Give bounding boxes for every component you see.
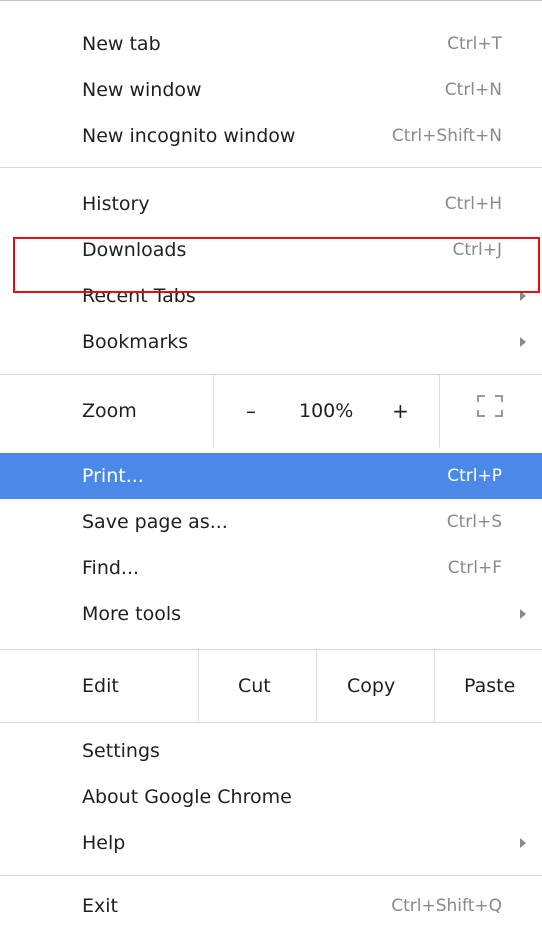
zoom-level-value: 100% [299, 400, 354, 422]
zoom-divider [213, 375, 214, 447]
menu-item-label: History [82, 193, 150, 215]
zoom-divider [439, 375, 440, 447]
menu-item-find[interactable]: Find... Ctrl+F [0, 545, 542, 591]
menu-item-shortcut: Ctrl+T [447, 34, 502, 54]
menu-item-label: Settings [82, 740, 160, 762]
edit-row: Edit Cut Copy Paste [0, 650, 542, 722]
menu-item-exit[interactable]: Exit Ctrl+Shift+Q [0, 883, 542, 929]
copy-button[interactable]: Copy [347, 675, 395, 697]
menu-separator [0, 722, 542, 723]
edit-label: Edit [82, 675, 119, 697]
menu-item-shortcut: Ctrl+S [446, 512, 502, 532]
menu-item-label: More tools [82, 603, 182, 625]
menu-separator [0, 875, 542, 876]
zoom-row: Zoom – 100% + [0, 375, 542, 447]
chrome-main-menu: New tab Ctrl+T New window Ctrl+N New inc… [0, 0, 542, 930]
zoom-out-button[interactable]: – [246, 399, 256, 423]
menu-item-label: Exit [82, 895, 118, 917]
menu-item-label: Save page as... [82, 511, 228, 533]
menu-item-bookmarks[interactable]: Bookmarks [0, 319, 542, 365]
chevron-right-icon [520, 291, 526, 301]
menu-item-shortcut: Ctrl+Shift+Q [391, 896, 502, 916]
zoom-label: Zoom [82, 400, 137, 422]
menu-item-save-page-as[interactable]: Save page as... Ctrl+S [0, 499, 542, 545]
menu-item-history[interactable]: History Ctrl+H [0, 181, 542, 227]
menu-item-downloads[interactable]: Downloads Ctrl+J [0, 227, 542, 273]
menu-item-shortcut: Ctrl+H [444, 194, 502, 214]
menu-item-shortcut: Ctrl+Shift+N [391, 126, 502, 146]
menu-separator [0, 167, 542, 168]
menu-item-shortcut: Ctrl+F [447, 558, 502, 578]
menu-item-label: New window [82, 79, 202, 101]
chevron-right-icon [520, 838, 526, 848]
chevron-right-icon [520, 609, 526, 619]
menu-item-label: About Google Chrome [82, 786, 292, 808]
menu-item-print[interactable]: Print... Ctrl+P [0, 453, 542, 499]
menu-item-label: Bookmarks [82, 331, 189, 353]
menu-item-label: Help [82, 832, 126, 854]
menu-item-label: New tab [82, 33, 161, 55]
fullscreen-icon[interactable] [477, 395, 503, 417]
menu-item-help[interactable]: Help [0, 820, 542, 866]
menu-item-label: Downloads [82, 239, 187, 261]
menu-item-label: Recent Tabs [82, 285, 196, 307]
cut-button[interactable]: Cut [238, 675, 271, 697]
menu-item-label: Find... [82, 557, 140, 579]
chevron-right-icon [520, 337, 526, 347]
edit-divider [316, 650, 317, 722]
menu-item-settings[interactable]: Settings [0, 728, 542, 774]
edit-divider [198, 650, 199, 722]
menu-item-more-tools[interactable]: More tools [0, 591, 542, 637]
menu-item-new-window[interactable]: New window Ctrl+N [0, 67, 542, 113]
menu-item-label: New incognito window [82, 125, 296, 147]
zoom-in-button[interactable]: + [392, 399, 409, 423]
menu-item-new-tab[interactable]: New tab Ctrl+T [0, 21, 542, 67]
menu-item-recent-tabs[interactable]: Recent Tabs [0, 273, 542, 319]
menu-item-shortcut: Ctrl+P [447, 466, 502, 486]
menu-item-shortcut: Ctrl+J [452, 240, 502, 260]
menu-item-new-incognito-window[interactable]: New incognito window Ctrl+Shift+N [0, 113, 542, 159]
edit-divider [434, 650, 435, 722]
paste-button[interactable]: Paste [464, 675, 515, 697]
menu-item-shortcut: Ctrl+N [444, 80, 502, 100]
menu-item-label: Print... [82, 465, 144, 487]
menu-item-about-chrome[interactable]: About Google Chrome [0, 774, 542, 820]
